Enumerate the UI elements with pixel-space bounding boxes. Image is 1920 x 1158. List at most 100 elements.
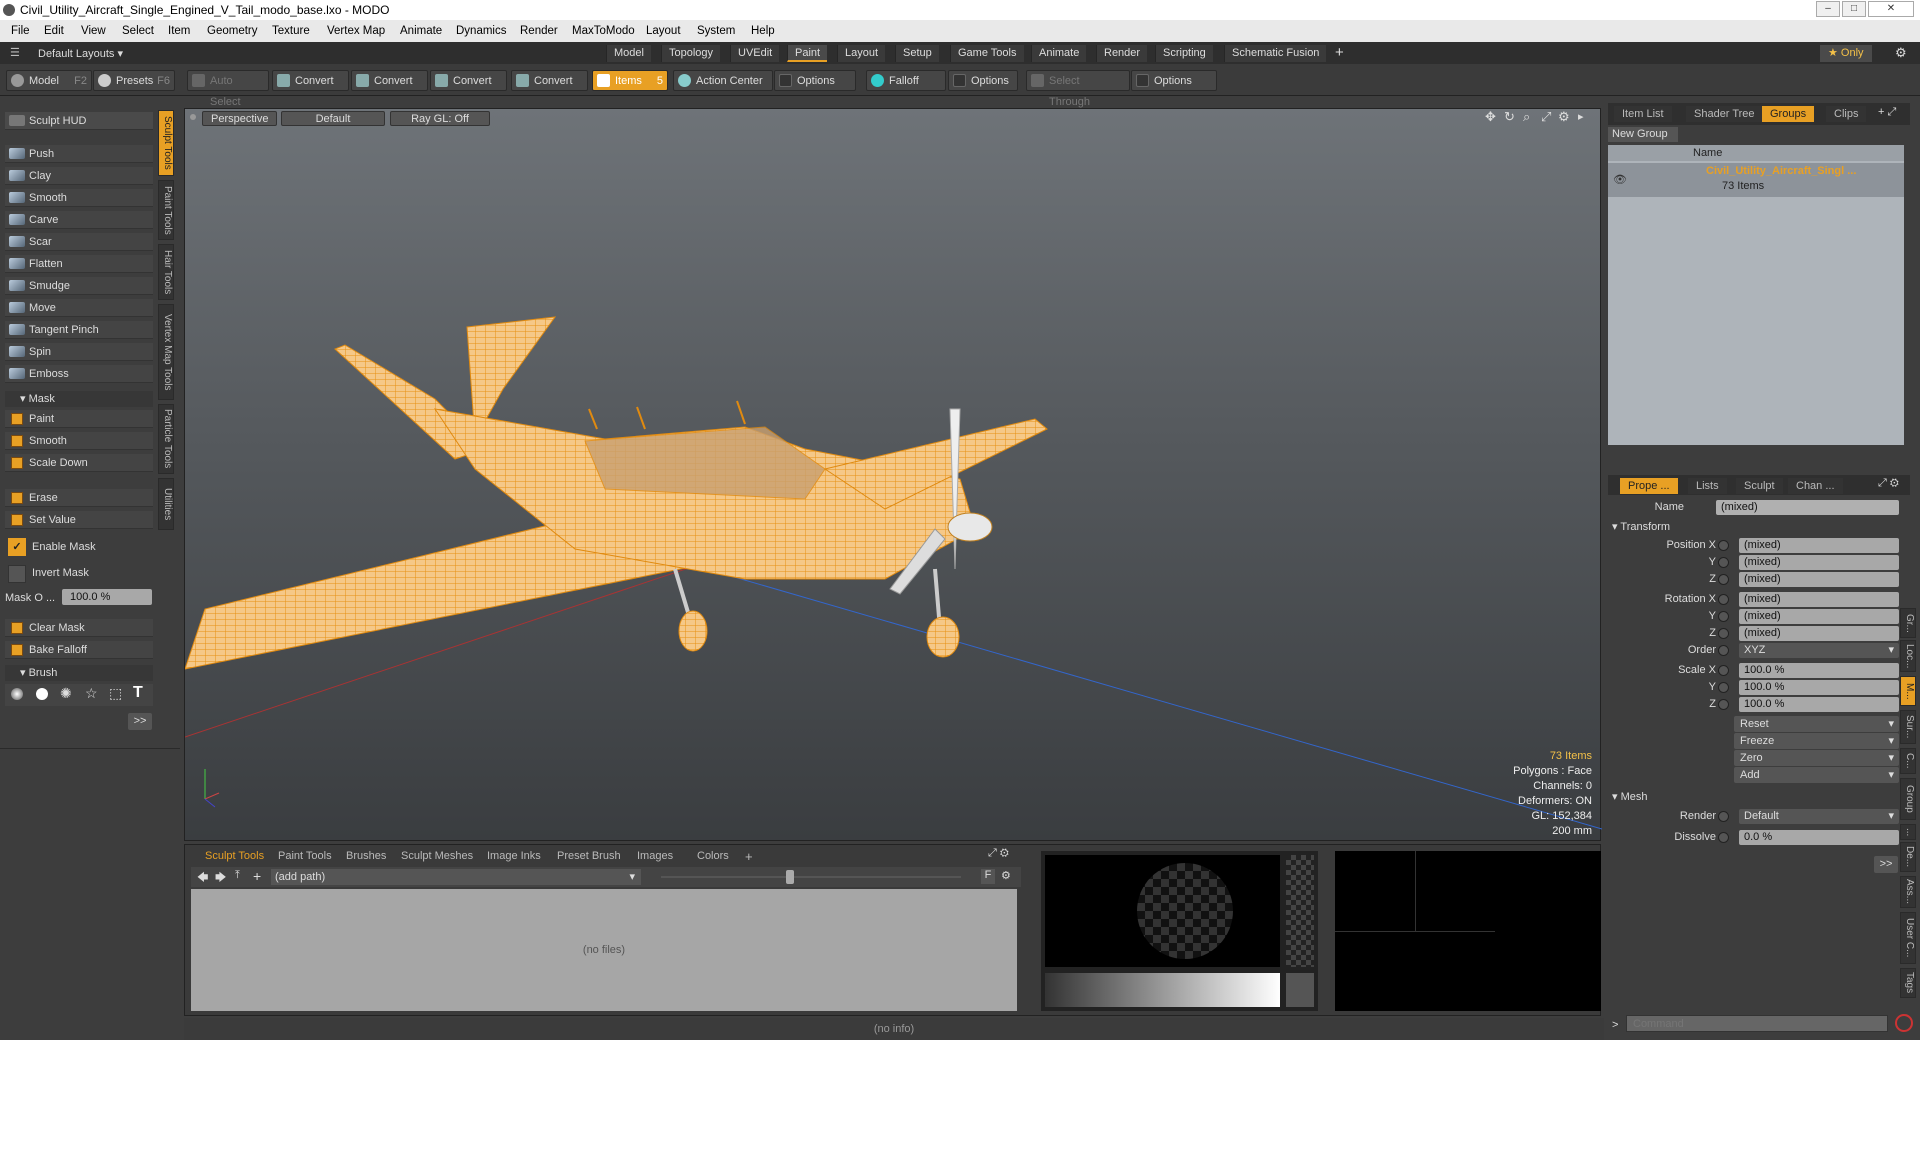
side-tab-user-c[interactable]: User C...: [1900, 912, 1916, 964]
side-tab-m[interactable]: M...: [1900, 676, 1916, 706]
convert-vertices-button[interactable]: Convert: [272, 70, 349, 91]
soft-brush-icon[interactable]: [11, 688, 23, 700]
move-tool[interactable]: Move: [5, 299, 153, 317]
menu-help[interactable]: Help: [751, 25, 775, 37]
side-tab-de[interactable]: De...: [1900, 842, 1916, 872]
convert-polygons-button[interactable]: Convert: [430, 70, 507, 91]
groups-panel-icons[interactable]: + ⤢: [1878, 106, 1896, 119]
mask-paint-tool[interactable]: Paint: [5, 410, 153, 428]
bottom-tab-colors[interactable]: Colors: [697, 849, 729, 864]
side-tab-sur[interactable]: Sur...: [1900, 710, 1916, 744]
procedural-brush-icon[interactable]: ⬚: [109, 685, 122, 702]
tab-paint[interactable]: Paint: [787, 45, 828, 62]
bottom-tab-sculpt-tools[interactable]: Sculpt Tools: [205, 849, 264, 864]
record-icon[interactable]: [1895, 1014, 1913, 1032]
animate-dot-icon[interactable]: [1718, 628, 1729, 639]
menu-item[interactable]: Item: [168, 25, 190, 37]
freeze-dropdown[interactable]: Freeze ▾: [1734, 733, 1899, 749]
tab-clips[interactable]: Clips: [1826, 106, 1867, 122]
animate-dot-icon[interactable]: [1718, 811, 1729, 822]
action-center-button[interactable]: Action Center: [673, 70, 773, 91]
tab-setup[interactable]: Setup: [895, 45, 939, 62]
animate-dot-icon[interactable]: [1718, 540, 1729, 551]
items-mode-button[interactable]: Items 5: [592, 70, 668, 91]
animate-dot-icon[interactable]: [1718, 557, 1729, 568]
add-folder-icon[interactable]: +: [253, 868, 261, 884]
smudge-tool[interactable]: Smudge: [5, 277, 153, 295]
animate-dot-icon[interactable]: [1718, 682, 1729, 693]
falloff-options-button[interactable]: Options: [948, 70, 1018, 91]
tab-particle-tools[interactable]: Particle Tools: [158, 404, 174, 474]
default-layouts-dropdown[interactable]: Default Layouts ▾: [38, 47, 123, 60]
invert-mask-checkbox[interactable]: [8, 565, 26, 583]
set-value-tool[interactable]: Set Value: [5, 511, 153, 529]
bottom-tab-brushes[interactable]: Brushes: [346, 849, 386, 864]
brush-section-header[interactable]: ▾ Brush: [5, 665, 153, 681]
bottom-tab-preset-brush[interactable]: Preset Brush: [557, 849, 621, 864]
clear-mask-button[interactable]: Clear Mask: [5, 619, 153, 637]
animate-dot-icon[interactable]: [1718, 699, 1729, 710]
new-group-button[interactable]: New Group: [1608, 127, 1678, 142]
scale-z-field[interactable]: 100.0 %: [1739, 697, 1899, 712]
animate-dot-icon[interactable]: [1718, 594, 1729, 605]
auto-select-button[interactable]: Auto Select: [187, 70, 269, 108]
menu-texture[interactable]: Texture: [272, 25, 310, 37]
mask-smooth-tool[interactable]: Smooth: [5, 432, 153, 450]
carve-tool[interactable]: Carve: [5, 211, 153, 229]
command-input[interactable]: [1626, 1015, 1888, 1032]
emboss-tool[interactable]: Emboss: [5, 365, 153, 383]
dissolve-field[interactable]: 0.0 %: [1739, 830, 1899, 845]
action-center-options-button[interactable]: Options: [774, 70, 856, 91]
presets-button[interactable]: Presets F6: [93, 70, 175, 91]
splat-brush-icon[interactable]: ✺: [60, 685, 72, 702]
side-tab-more[interactable]: ...: [1900, 824, 1916, 840]
side-tab-tags[interactable]: Tags: [1900, 968, 1916, 998]
text-brush-icon[interactable]: T: [133, 684, 143, 702]
group-row[interactable]: 👁 Civil_Utility_Aircraft_Singl ... 73 It…: [1608, 163, 1904, 197]
tab-sculpt-tools[interactable]: Sculpt Tools: [158, 110, 174, 176]
tangent-pinch-tool[interactable]: Tangent Pinch: [5, 321, 153, 339]
filter-button[interactable]: F: [981, 869, 995, 884]
mask-opacity-field[interactable]: 100.0 %: [62, 589, 152, 605]
thumbnail-size-slider[interactable]: [661, 876, 961, 878]
bottom-tab-image-inks[interactable]: Image Inks: [487, 849, 541, 864]
bottom-expand-icon[interactable]: ⤢ ⚙: [988, 847, 1009, 860]
slider-handle[interactable]: [786, 870, 794, 884]
bottom-tab-sculpt-meshes[interactable]: Sculpt Meshes: [401, 849, 473, 864]
side-tab-c[interactable]: C...: [1900, 748, 1916, 774]
menu-geometry[interactable]: Geometry: [207, 25, 258, 37]
select-through-options-button[interactable]: Options: [1131, 70, 1217, 91]
menu-view[interactable]: View: [81, 25, 106, 37]
animate-dot-icon[interactable]: [1718, 611, 1729, 622]
transform-section[interactable]: ▾ Transform: [1604, 519, 1920, 536]
position-y-field[interactable]: (mixed): [1739, 555, 1899, 570]
3d-viewport[interactable]: Perspective Default Ray GL: Off ✥ ↻ ⌕ ⤢ …: [184, 108, 1602, 841]
sculpt-hud-button[interactable]: Sculpt HUD: [5, 112, 153, 130]
reset-dropdown[interactable]: Reset ▾: [1734, 716, 1899, 732]
convert-materials-button[interactable]: Convert: [511, 70, 588, 91]
tab-render[interactable]: Render: [1096, 45, 1148, 62]
enable-mask-checkbox[interactable]: ✓: [8, 538, 26, 556]
scale-x-field[interactable]: 100.0 %: [1739, 663, 1899, 678]
model-mode-button[interactable]: Model F2: [6, 70, 92, 91]
tab-topology[interactable]: Topology: [661, 45, 721, 62]
tab-scripting[interactable]: Scripting: [1155, 45, 1213, 62]
smooth-tool[interactable]: Smooth: [5, 189, 153, 207]
tab-paint-tools[interactable]: Paint Tools: [158, 180, 174, 240]
animate-dot-icon[interactable]: [1718, 665, 1729, 676]
visibility-eye-icon[interactable]: 👁: [1613, 173, 1627, 186]
tab-schematic-fusion[interactable]: Schematic Fusion: [1224, 45, 1327, 62]
tab-vertex-map-tools[interactable]: Vertex Map Tools: [158, 304, 174, 400]
rotation-y-field[interactable]: (mixed): [1739, 609, 1899, 624]
rotation-x-field[interactable]: (mixed): [1739, 592, 1899, 607]
side-tab-ass[interactable]: Ass...: [1900, 876, 1916, 908]
menu-file[interactable]: File: [11, 25, 30, 37]
gear-icon[interactable]: ⚙: [1895, 45, 1907, 61]
tab-properties[interactable]: Prope ...: [1620, 478, 1678, 494]
bottom-tab-images[interactable]: Images: [637, 849, 673, 864]
side-tab-loc[interactable]: Loc...: [1900, 640, 1916, 672]
layout-menu-icon[interactable]: ☰: [10, 46, 20, 59]
menu-maxtomodo[interactable]: MaxToModo: [572, 25, 635, 37]
bottom-tab-paint-tools[interactable]: Paint Tools: [278, 849, 332, 864]
erase-tool[interactable]: Erase: [5, 489, 153, 507]
